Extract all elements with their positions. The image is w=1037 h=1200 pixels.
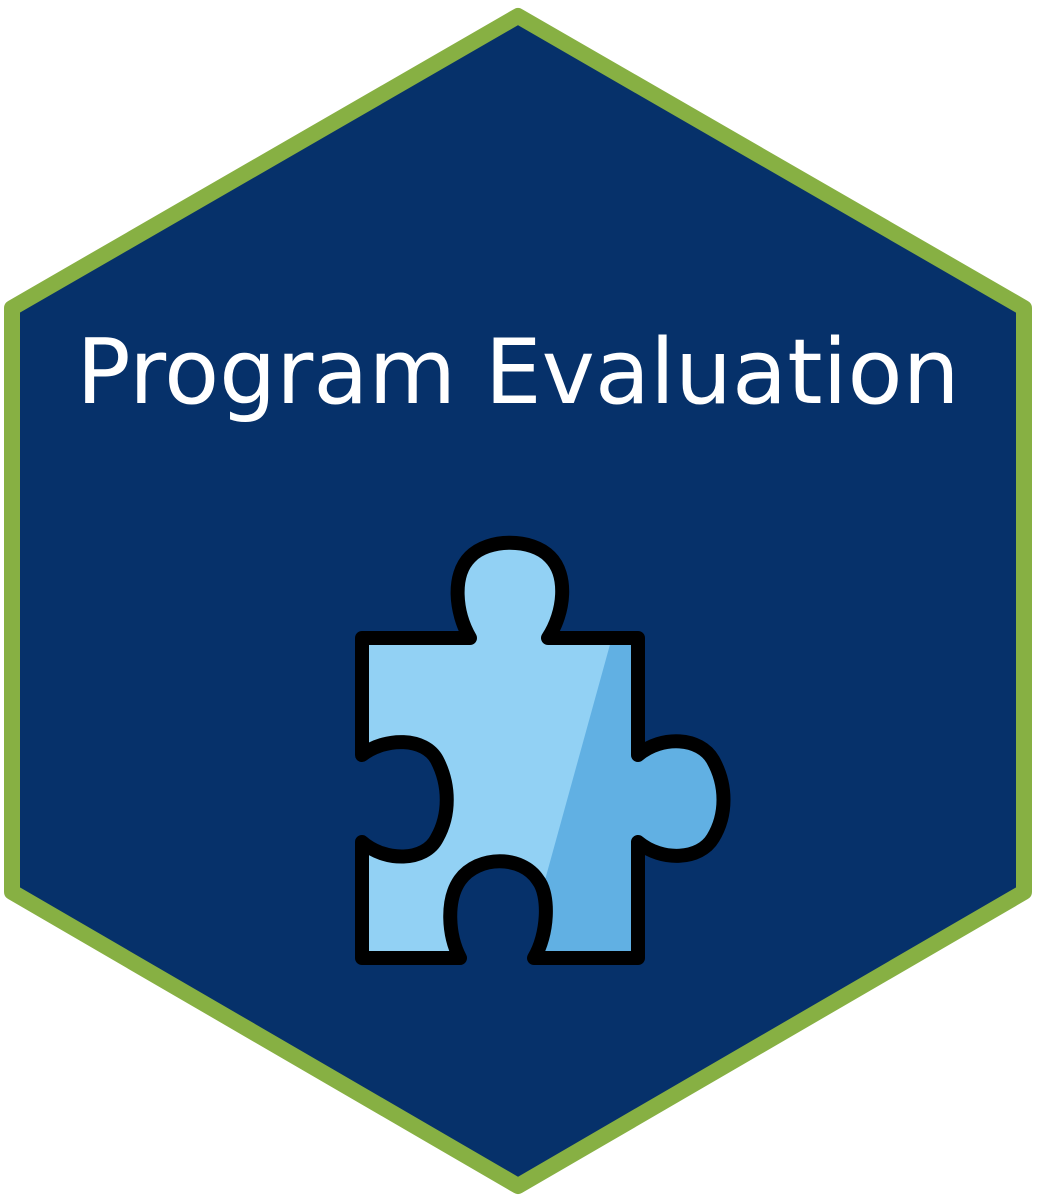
hex-badge: Program Evaluation	[4, 8, 1032, 1194]
badge-title: Program Evaluation	[76, 320, 959, 425]
